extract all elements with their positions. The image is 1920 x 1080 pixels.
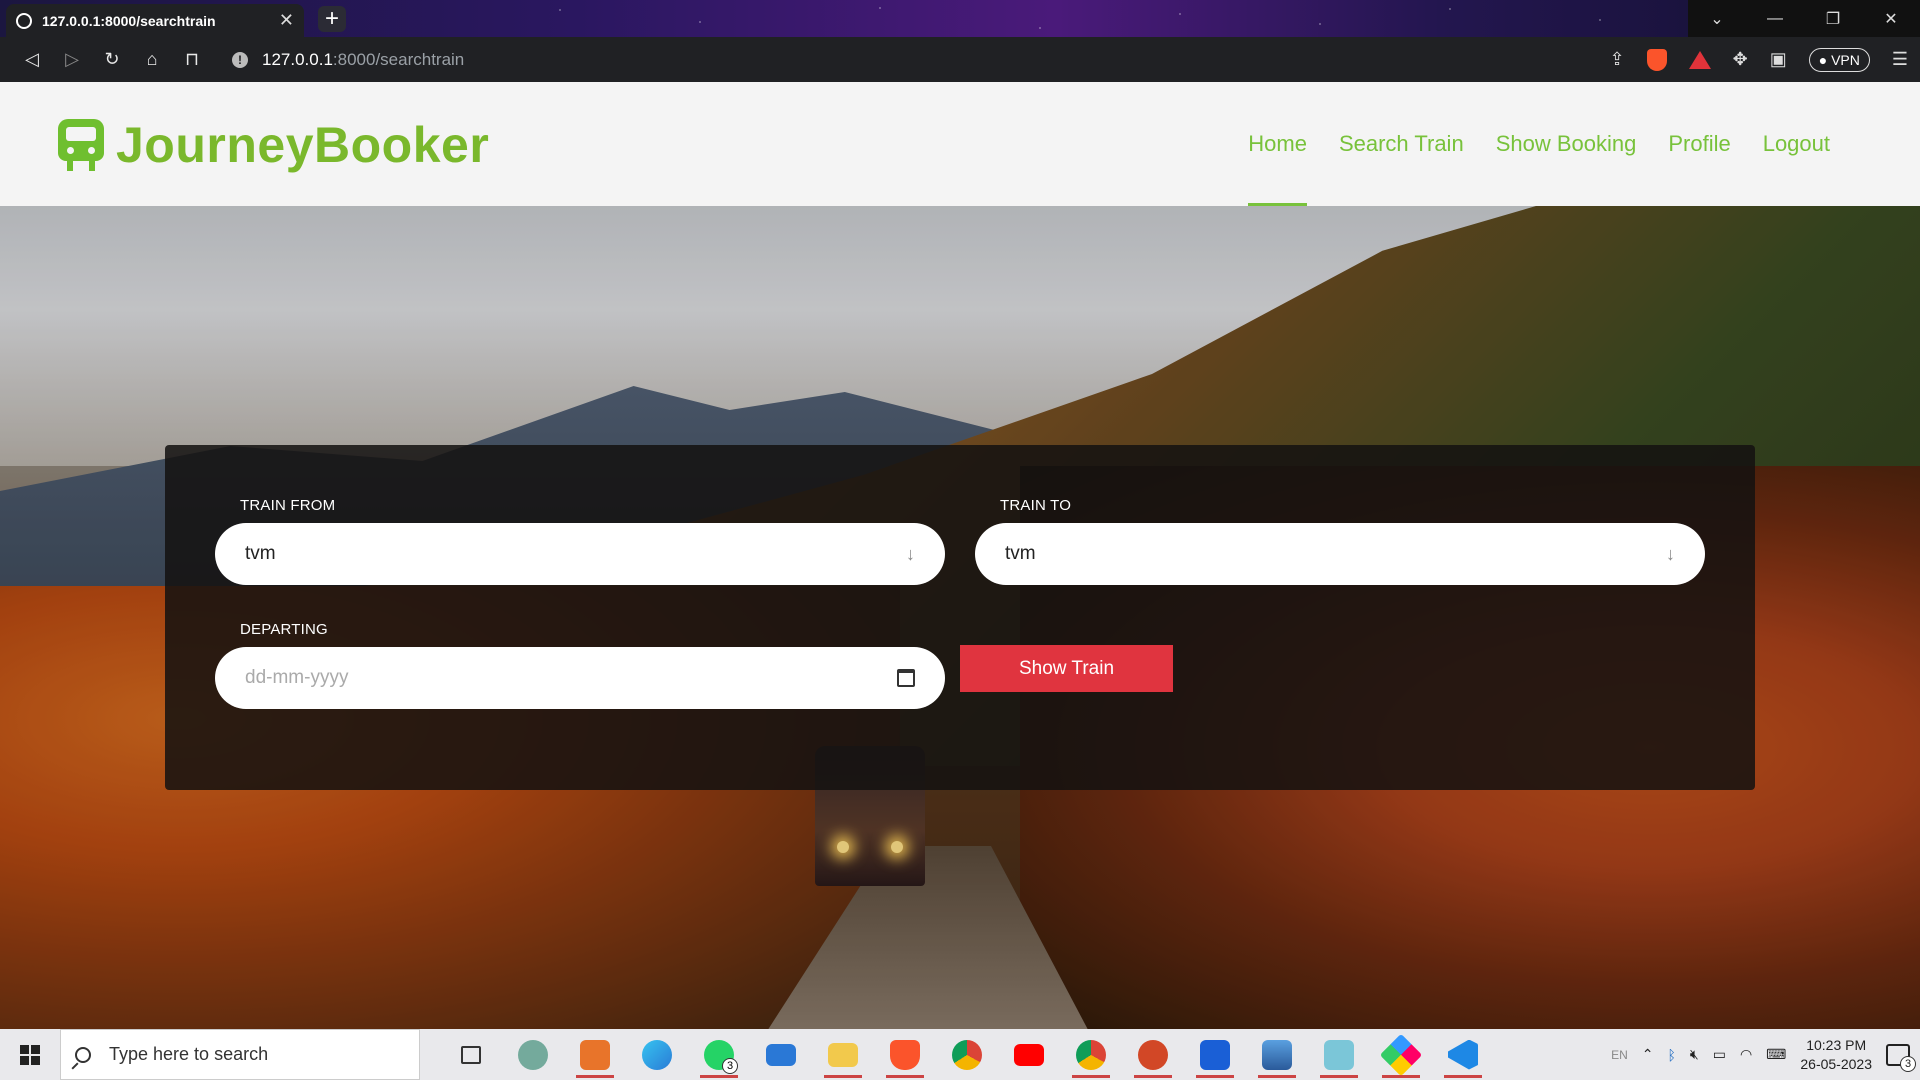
youtube-icon[interactable] — [998, 1029, 1060, 1080]
address-bar[interactable]: ! 127.0.0.1:8000/searchtrain — [232, 50, 464, 70]
date-placeholder: dd-mm-yyyy — [245, 667, 349, 688]
train-from-label: TRAIN FROM — [240, 497, 336, 514]
browser-tabbar: 127.0.0.1:8000/searchtrain ✕ + ⌄ — ❐ ✕ — [0, 0, 1920, 37]
minimize-button[interactable]: — — [1746, 0, 1804, 37]
brave-shield-icon[interactable] — [1646, 48, 1667, 71]
show-train-button[interactable]: Show Train — [960, 645, 1173, 692]
file-explorer-icon[interactable] — [812, 1029, 874, 1080]
restore-button[interactable]: ❐ — [1804, 0, 1862, 37]
bluetooth-icon[interactable]: ᛒ — [1667, 1047, 1675, 1063]
volume-icon[interactable]: 🔇︎ — [1690, 1046, 1699, 1063]
chrome-icon[interactable] — [1060, 1029, 1122, 1080]
web-page: JourneyBooker Home Search Train Show Boo… — [0, 82, 1920, 1029]
window-controls: ⌄ — ❐ ✕ — [1688, 0, 1920, 37]
share-icon[interactable]: ⇪ — [1610, 49, 1625, 70]
app-icon-blue[interactable] — [1184, 1029, 1246, 1080]
whatsapp-icon[interactable]: 3 — [688, 1029, 750, 1080]
forward-icon[interactable]: ▷ — [52, 42, 92, 78]
edge-icon[interactable] — [626, 1029, 688, 1080]
photos-icon[interactable] — [1246, 1029, 1308, 1080]
search-icon — [75, 1046, 91, 1063]
site-logo[interactable]: JourneyBooker — [58, 116, 489, 174]
calendar-icon[interactable] — [897, 669, 915, 687]
train-from-value: tvm — [245, 543, 276, 564]
brave-rewards-icon[interactable] — [1688, 50, 1711, 69]
task-view-icon[interactable] — [440, 1029, 502, 1080]
taskbar-search[interactable]: Type here to search — [60, 1029, 420, 1080]
train-from-select[interactable]: tvm ↓ — [215, 523, 945, 585]
tab-search-icon[interactable]: ⌄ — [1688, 0, 1746, 37]
powerpoint-icon[interactable] — [1122, 1029, 1184, 1080]
notepad-icon[interactable] — [1308, 1029, 1370, 1080]
taskbar-apps: 3 — [440, 1029, 1494, 1080]
search-form-panel: TRAIN FROM tvm ↓ TRAIN TO tvm ↓ DEPARTIN… — [165, 445, 1755, 790]
main-nav: Home Search Train Show Booking Profile L… — [1248, 82, 1830, 206]
battery-icon[interactable]: ▭ — [1713, 1046, 1726, 1063]
site-header: JourneyBooker Home Search Train Show Boo… — [0, 82, 1920, 206]
nav-home[interactable]: Home — [1248, 82, 1307, 206]
new-tab-button[interactable]: + — [318, 5, 346, 32]
browser-tab[interactable]: 127.0.0.1:8000/searchtrain ✕ — [6, 4, 304, 37]
paint-icon[interactable] — [1370, 1029, 1432, 1080]
nav-show-booking[interactable]: Show Booking — [1496, 82, 1637, 206]
clock-date: 26-05-2023 — [1800, 1055, 1872, 1072]
train-icon — [58, 119, 104, 171]
brave-icon[interactable] — [874, 1029, 936, 1080]
train-to-select[interactable]: tvm ↓ — [975, 523, 1705, 585]
nav-profile[interactable]: Profile — [1668, 82, 1730, 206]
mail-icon[interactable] — [750, 1029, 812, 1080]
nav-logout[interactable]: Logout — [1763, 82, 1830, 206]
system-tray: EN ⌃ ᛒ 🔇︎ ▭ ◠ ⌨ 10:23 PM 26-05-2023 3 — [1611, 1036, 1920, 1074]
notifications-icon[interactable]: 3 — [1886, 1043, 1916, 1072]
vpn-button[interactable]: ● VPN — [1808, 47, 1870, 72]
site-info-icon[interactable]: ! — [232, 51, 248, 68]
language-indicator[interactable]: EN — [1611, 1048, 1628, 1062]
clock-time: 10:23 PM — [1806, 1036, 1867, 1053]
close-tab-icon[interactable]: ✕ — [279, 10, 294, 31]
clock[interactable]: 10:23 PM 26-05-2023 — [1800, 1036, 1872, 1074]
chrome-profile-icon[interactable] — [936, 1029, 998, 1080]
url-path: :8000/searchtrain — [332, 49, 465, 69]
app-store-icon[interactable] — [564, 1029, 626, 1080]
departing-label: DEPARTING — [240, 621, 328, 638]
nav-search-train[interactable]: Search Train — [1339, 82, 1464, 206]
taskbar-search-placeholder: Type here to search — [109, 1044, 269, 1064]
train-to-value: tvm — [1005, 543, 1036, 564]
chatgpt-icon[interactable] — [502, 1029, 564, 1080]
chevron-up-icon[interactable]: ⌃ — [1642, 1046, 1654, 1063]
dropdown-arrow-icon: ↓ — [1666, 543, 1675, 564]
browser-toolbar: ◁ ▷ ↻ ⌂ ⊓ ! 127.0.0.1:8000/searchtrain ⇪… — [0, 37, 1920, 82]
home-icon[interactable]: ⌂ — [132, 42, 172, 78]
bookmark-icon[interactable]: ⊓ — [172, 42, 212, 78]
globe-icon — [16, 12, 32, 29]
whatsapp-badge: 3 — [722, 1058, 738, 1074]
windows-icon — [20, 1044, 40, 1065]
wifi-icon[interactable]: ◠ — [1740, 1046, 1752, 1063]
menu-icon[interactable]: ☰ — [1892, 49, 1908, 70]
dropdown-arrow-icon: ↓ — [906, 543, 915, 564]
train-to-label: TRAIN TO — [1000, 497, 1072, 514]
vscode-icon[interactable] — [1432, 1029, 1494, 1080]
departing-date-input[interactable]: dd-mm-yyyy — [215, 647, 945, 709]
start-button[interactable] — [0, 1029, 60, 1080]
brand-name: JourneyBooker — [116, 117, 490, 173]
reload-icon[interactable]: ↻ — [92, 42, 132, 78]
extensions-icon[interactable]: ✥ — [1733, 49, 1748, 70]
url-host: 127.0.0.1 — [262, 49, 333, 69]
close-window-button[interactable]: ✕ — [1862, 0, 1920, 37]
tab-title: 127.0.0.1:8000/searchtrain — [42, 12, 216, 29]
back-icon[interactable]: ◁ — [12, 42, 52, 78]
vpn-label: VPN — [1831, 51, 1860, 68]
wallet-icon[interactable]: ▣ — [1770, 49, 1787, 70]
notifications-badge: 3 — [1900, 1055, 1916, 1072]
keyboard-icon[interactable]: ⌨ — [1766, 1046, 1786, 1063]
windows-taskbar: Type here to search 3 EN ⌃ ᛒ 🔇︎ ▭ ◠ ⌨ 10… — [0, 1029, 1920, 1080]
